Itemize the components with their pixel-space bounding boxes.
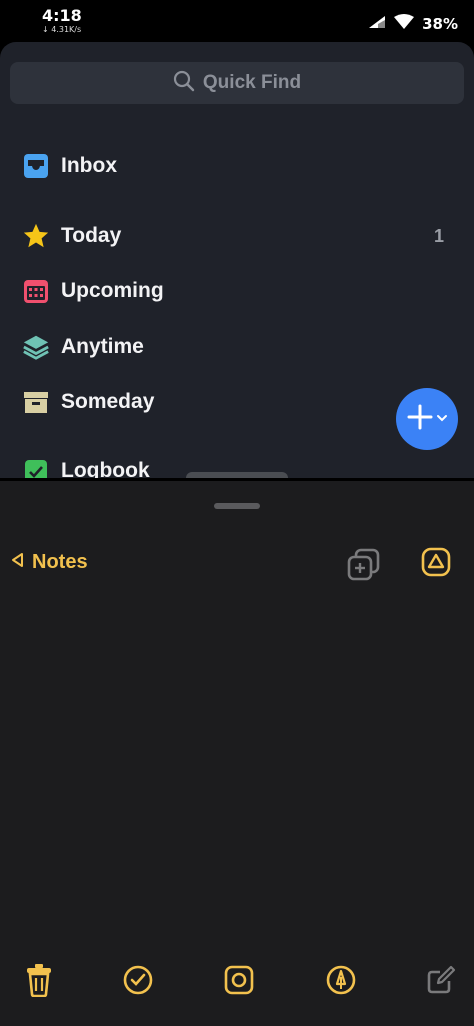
- triangle-circle-icon: [420, 547, 452, 582]
- list-label: Someday: [61, 390, 155, 413]
- sheet-grabber[interactable]: [214, 503, 260, 509]
- list-label: Inbox: [61, 154, 117, 177]
- calendar-icon: [22, 277, 50, 305]
- notes-panel: Notes: [0, 481, 474, 1026]
- logbook-check-icon: [22, 457, 50, 478]
- chevron-down-icon: [436, 410, 448, 428]
- today-count: 1: [433, 225, 444, 246]
- battery-percent: 38%: [422, 15, 458, 33]
- trash-icon: [23, 963, 55, 1002]
- list-item-someday[interactable]: Someday: [22, 385, 452, 419]
- quick-find-search[interactable]: Quick Find: [10, 62, 464, 104]
- add-button[interactable]: [396, 388, 458, 450]
- list-label: Upcoming: [61, 279, 164, 302]
- list-label: Today: [61, 224, 122, 247]
- camera-button[interactable]: [222, 965, 256, 999]
- system-icons: 38%: [368, 14, 458, 34]
- gallery-icon: [346, 548, 382, 585]
- things-panel: Quick Find Inbox Today 1 Upcoming Anytim…: [0, 42, 474, 478]
- star-icon: [22, 222, 50, 250]
- list-item-inbox[interactable]: Inbox: [22, 149, 452, 183]
- delete-button[interactable]: [22, 963, 56, 1002]
- archive-box-icon: [22, 388, 50, 416]
- checklist-button[interactable]: [121, 965, 155, 999]
- circle-square-icon: [223, 964, 255, 1001]
- gallery-view-button[interactable]: [346, 547, 382, 586]
- markup-button[interactable]: [324, 965, 358, 999]
- compose-button[interactable]: [424, 965, 458, 999]
- search-placeholder: Quick Find: [202, 72, 302, 93]
- plus-icon: [406, 403, 434, 436]
- status-bar: 4:18 ↓ 4.31K/s 38%: [0, 0, 474, 42]
- back-button[interactable]: Notes: [10, 551, 88, 574]
- list-item-upcoming[interactable]: Upcoming: [22, 274, 452, 308]
- signal-icon: [368, 15, 386, 34]
- pen-tip-circle-icon: [325, 964, 357, 1001]
- search-icon: [173, 70, 195, 97]
- wifi-icon: [394, 14, 415, 34]
- list-item-today[interactable]: Today 1: [22, 219, 452, 253]
- layers-icon: [22, 333, 50, 361]
- compose-icon: [425, 964, 457, 1001]
- bottom-toolbar: [0, 963, 474, 1009]
- checkmark-circle-icon: [122, 964, 154, 1001]
- list-label: Anytime: [61, 335, 144, 358]
- list-item-anytime[interactable]: Anytime: [22, 330, 452, 364]
- clock: 4:18: [42, 6, 82, 25]
- network-speed: ↓ 4.31K/s: [42, 25, 82, 34]
- back-triangle-icon: [10, 552, 26, 573]
- back-label: Notes: [32, 551, 88, 573]
- more-button[interactable]: [420, 546, 452, 583]
- list-label: Logbook: [61, 459, 150, 478]
- inbox-icon: [22, 152, 50, 180]
